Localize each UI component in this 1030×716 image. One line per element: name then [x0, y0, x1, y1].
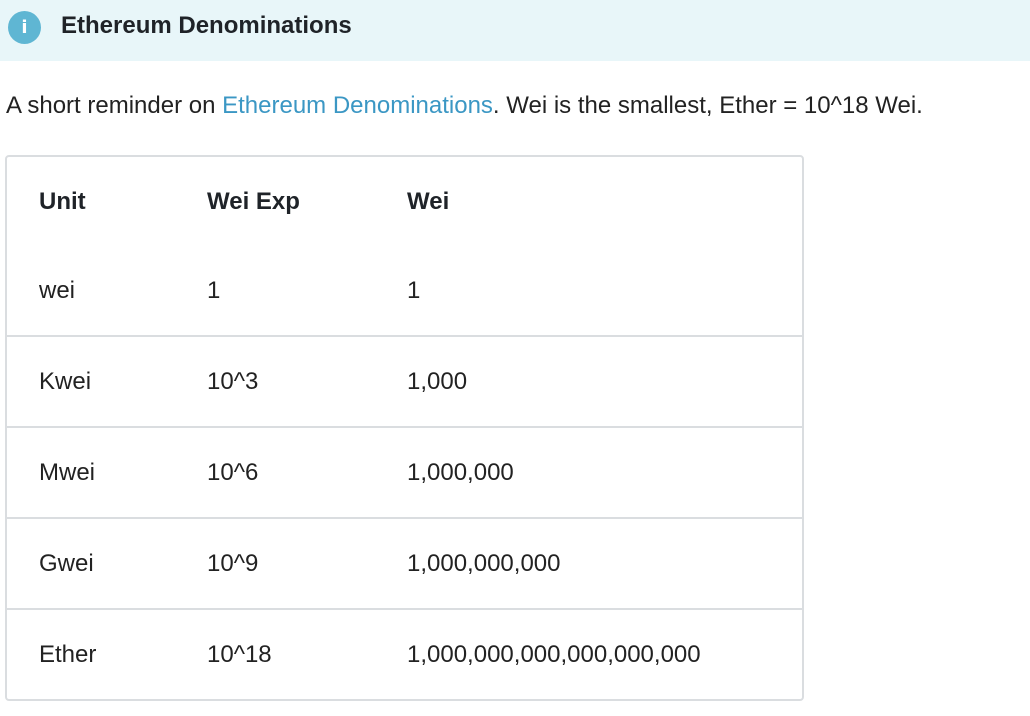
info-callout: i Ethereum Denominations	[0, 0, 1030, 61]
cell-unit: Ether	[7, 608, 207, 699]
info-icon: i	[8, 11, 41, 44]
table-row: wei 1 1	[7, 246, 802, 336]
cell-wei: 1,000,000,000	[407, 517, 802, 609]
cell-wei: 1	[407, 276, 421, 304]
cell-unit: Kwei	[7, 335, 207, 427]
cell-wei-exp: 10^6	[207, 426, 407, 518]
header-wei-exp: Wei Exp	[207, 187, 300, 215]
denominations-table: Unit Wei Exp Wei wei 1 1 Kwei 10^3 1,000…	[5, 155, 804, 701]
table-header-row: Unit Wei Exp Wei	[7, 157, 802, 246]
cell-wei: 1,000,000	[407, 426, 802, 518]
table-row: Ether 10^18 1,000,000,000,000,000,000	[7, 608, 802, 699]
intro-text-after: . Wei is the smallest, Ether = 10^18 Wei…	[492, 92, 923, 119]
cell-wei-exp: 10^9	[207, 517, 407, 609]
cell-wei-exp: 10^3	[207, 335, 407, 427]
header-wei: Wei	[407, 187, 450, 215]
ethereum-denominations-link[interactable]: Ethereum Denominations	[222, 92, 493, 119]
cell-unit: Gwei	[7, 517, 207, 609]
header-unit: Unit	[39, 187, 86, 215]
cell-unit: Mwei	[7, 426, 207, 518]
cell-unit: wei	[39, 276, 76, 304]
table-row: Mwei 10^6 1,000,000	[7, 426, 802, 518]
callout-title: Ethereum Denominations	[61, 12, 352, 39]
cell-wei-exp: 1	[207, 276, 221, 304]
table-row: Kwei 10^3 1,000	[7, 335, 802, 427]
intro-text-before: A short reminder on	[6, 92, 223, 119]
intro-paragraph: A short reminder on Ethereum Denominatio…	[6, 92, 923, 120]
cell-wei: 1,000	[407, 335, 802, 427]
cell-wei: 1,000,000,000,000,000,000	[407, 608, 802, 699]
table-row: Gwei 10^9 1,000,000,000	[7, 517, 802, 609]
cell-wei-exp: 10^18	[207, 608, 407, 699]
